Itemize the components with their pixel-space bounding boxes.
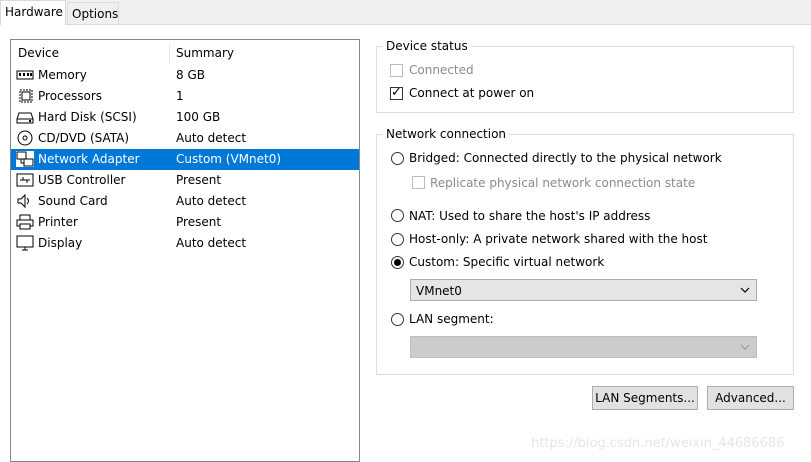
replicate-state-checkbox[interactable]	[412, 176, 425, 189]
device-name: Sound Card	[38, 194, 108, 208]
device-name: Memory	[38, 68, 87, 82]
chevron-down-icon	[740, 344, 750, 350]
device-name: Processors	[38, 89, 103, 103]
advanced-button[interactable]: Advanced...	[707, 386, 794, 410]
custom-network-value: VMnet0	[416, 284, 462, 298]
usb-controller-icon	[16, 173, 34, 187]
lan-segment-label: LAN segment:	[409, 312, 494, 326]
device-name: Display	[38, 236, 83, 250]
custom-label: Custom: Specific virtual network	[409, 255, 605, 269]
cd-dvd-icon	[17, 130, 33, 146]
device-name: Hard Disk (SCSI)	[38, 110, 137, 124]
speaker-icon	[17, 193, 29, 209]
device-row-network-adapter[interactable]: Network Adapter Custom (VMnet0)	[11, 149, 359, 170]
device-summary: 1	[176, 89, 184, 103]
host-only-label: Host-only: A private network shared with…	[409, 232, 708, 246]
device-row-display[interactable]: Display Auto detect	[11, 233, 359, 254]
nat-label: NAT: Used to share the host's IP address	[409, 209, 651, 223]
lan-segment-radio[interactable]	[391, 313, 404, 326]
nat-radio[interactable]	[391, 209, 404, 222]
connect-at-power-on-checkbox[interactable]: ✓	[390, 85, 403, 100]
host-only-radio[interactable]	[391, 233, 404, 246]
device-summary: Custom (VMnet0)	[176, 152, 282, 166]
device-status-title: Device status	[383, 39, 471, 53]
bridged-label: Bridged: Connected directly to the physi…	[409, 151, 722, 165]
tab-options[interactable]: Options	[67, 2, 119, 24]
device-name: USB Controller	[38, 173, 126, 187]
tab-hardware[interactable]: Hardware	[0, 0, 66, 25]
device-row-printer[interactable]: Printer Present	[11, 212, 359, 233]
device-row-sound-card[interactable]: Sound Card Auto detect	[11, 191, 359, 212]
column-header-device[interactable]: Device	[18, 46, 59, 60]
checkmark-icon: ✓	[391, 85, 402, 100]
device-summary: Present	[176, 215, 222, 229]
device-status-group: Device status	[376, 39, 794, 113]
network-connection-title: Network connection	[383, 127, 510, 141]
processor-icon	[19, 89, 33, 103]
replicate-state-label: Replicate physical network connection st…	[430, 176, 696, 190]
watermark-text: https://blog.csdn.net/weixin_44686686	[531, 436, 785, 451]
device-summary: Auto detect	[176, 194, 247, 208]
custom-radio[interactable]	[391, 256, 404, 269]
connected-label: Connected	[409, 63, 474, 77]
memory-icon	[16, 70, 34, 80]
device-summary: Present	[176, 173, 222, 187]
device-row-processors[interactable]: Processors 1	[11, 86, 359, 107]
tab-options-label: Options	[72, 7, 119, 21]
device-row-memory[interactable]: Memory 8 GB	[11, 65, 359, 86]
custom-network-select[interactable]: VMnet0	[410, 279, 757, 301]
device-name: Printer	[38, 215, 78, 229]
display-icon	[16, 235, 34, 251]
hard-disk-icon	[16, 112, 34, 124]
connect-at-power-on-label: Connect at power on	[409, 86, 535, 100]
bridged-radio[interactable]	[391, 152, 404, 165]
device-row-usb-controller[interactable]: USB Controller Present	[11, 170, 359, 191]
network-adapter-icon	[16, 151, 34, 167]
chevron-down-icon	[740, 287, 750, 293]
device-row-hard-disk[interactable]: Hard Disk (SCSI) 100 GB	[11, 107, 359, 128]
lan-segment-select[interactable]	[410, 336, 757, 358]
device-summary: Auto detect	[176, 236, 247, 250]
device-row-cd-dvd[interactable]: CD/DVD (SATA) Auto detect	[11, 128, 359, 149]
lan-segments-button[interactable]: LAN Segments...	[592, 386, 698, 410]
connected-checkbox[interactable]	[390, 64, 403, 77]
device-summary: 100 GB	[176, 110, 221, 124]
tab-hardware-label: Hardware	[5, 5, 63, 19]
device-list-header: Device Summary	[11, 44, 359, 64]
device-summary: 8 GB	[176, 68, 205, 82]
device-name: CD/DVD (SATA)	[38, 131, 130, 145]
device-summary: Auto detect	[176, 131, 247, 145]
printer-icon	[16, 214, 34, 230]
column-header-summary[interactable]: Summary	[176, 46, 234, 60]
device-list[interactable]: Device Summary Memory 8 GB Processors 1 …	[10, 39, 360, 462]
device-name: Network Adapter	[38, 152, 140, 166]
